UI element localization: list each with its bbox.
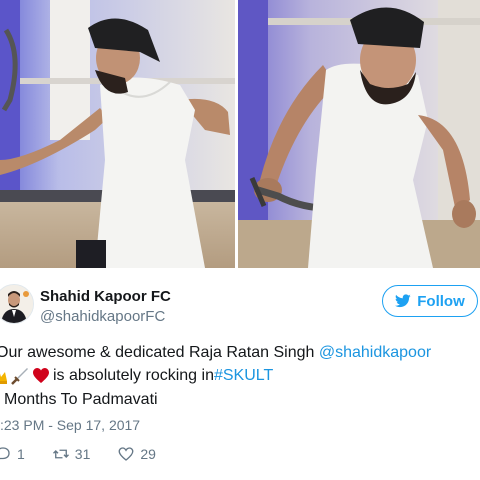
twitter-bird-icon [395, 294, 411, 308]
retweet-count: 31 [74, 446, 91, 462]
photo-left-image [0, 0, 235, 268]
tweet-text-line-2: is absolutely rocking in #SKULT [0, 367, 273, 385]
avatar[interactable] [0, 284, 34, 324]
reply-action[interactable]: 1 [0, 445, 25, 463]
tweet-photo-right[interactable] [238, 0, 480, 268]
tweet-timestamp[interactable]: :23 PM - Sep 17, 2017 [0, 417, 140, 433]
tweet-media[interactable] [0, 0, 480, 268]
tweet-actions: 1 31 29 [0, 445, 183, 463]
retweet-action[interactable]: 31 [52, 445, 91, 463]
dagger-icon [11, 368, 28, 385]
mention-link[interactable]: @shahidkapoor [319, 344, 431, 361]
crown-icon [0, 372, 7, 384]
tweet-card: Shahid Kapoor FC @shahidkapoorFC Follow … [0, 268, 480, 480]
tweet-photo-left[interactable] [0, 0, 235, 268]
tweet-text: is absolutely rocking in [53, 367, 214, 384]
follow-label: Follow [417, 292, 465, 310]
heart-icon [33, 368, 49, 383]
reply-count: 1 [17, 446, 25, 462]
like-action[interactable]: 29 [117, 445, 156, 463]
user-handle[interactable]: @shahidkapoorFC [40, 308, 165, 325]
like-count: 29 [140, 446, 156, 462]
display-name[interactable]: Shahid Kapoor FC [40, 288, 171, 305]
tweet-text: Our awesome & dedicated Raja Ratan Singh [0, 344, 319, 361]
tweet-text-line-1: Our awesome & dedicated Raja Ratan Singh… [0, 344, 431, 362]
follow-button[interactable]: Follow [382, 285, 478, 317]
tweet-text-line-3: Months To Padmavati [4, 391, 158, 408]
reply-icon [0, 447, 10, 460]
retweet-icon [52, 449, 69, 459]
hashtag-link[interactable]: #SKULT [214, 367, 273, 385]
avatar-image [0, 285, 33, 323]
like-icon [118, 447, 134, 461]
photo-right-image [238, 0, 480, 268]
